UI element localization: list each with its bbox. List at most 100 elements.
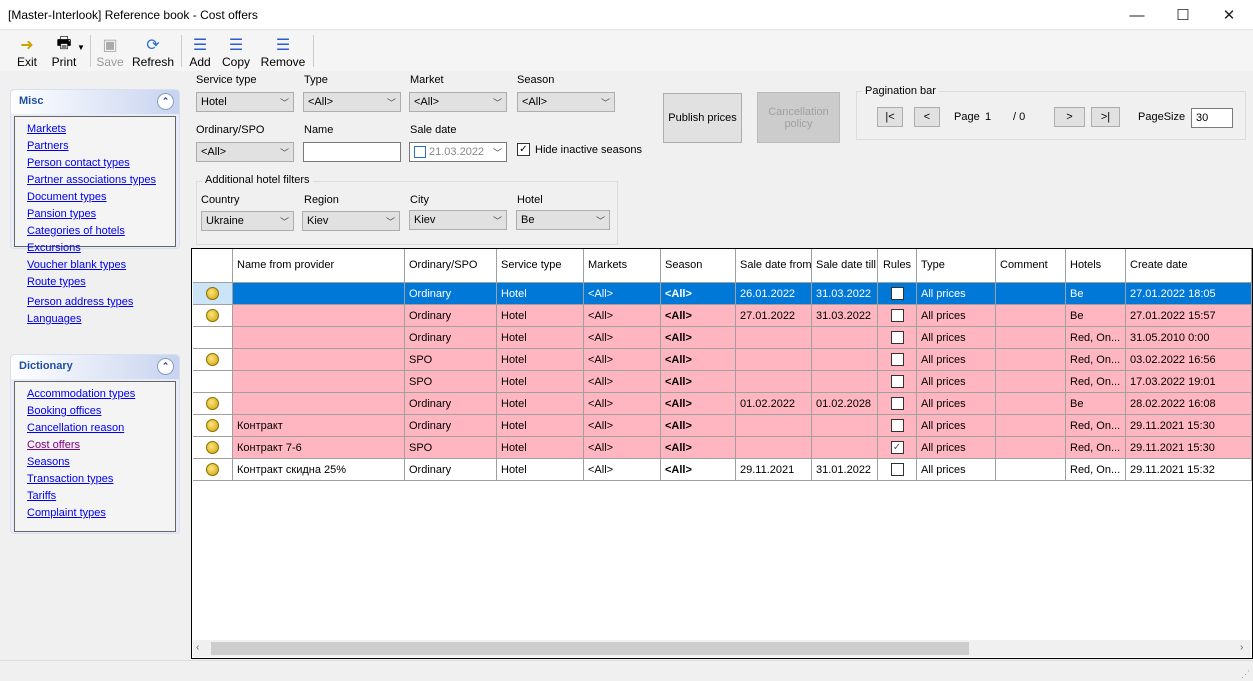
minimize-button[interactable]: — xyxy=(1114,0,1160,30)
table-cell[interactable]: <All> xyxy=(584,305,661,327)
column-header[interactable]: Create date xyxy=(1126,249,1252,283)
next-page-button[interactable]: > xyxy=(1054,107,1085,127)
row-header[interactable] xyxy=(193,327,233,349)
table-cell[interactable]: <All> xyxy=(584,437,661,459)
sale-date-picker[interactable]: 21.03.2022 ﹀ xyxy=(409,142,507,162)
resize-grip-icon[interactable]: ⋰ xyxy=(1241,669,1250,680)
column-header[interactable]: Sale date till xyxy=(812,249,878,283)
table-cell[interactable]: <All> xyxy=(584,415,661,437)
publish-prices-button[interactable]: Publish prices xyxy=(663,93,742,143)
table-cell[interactable] xyxy=(878,349,917,371)
table-cell[interactable]: <All> xyxy=(661,305,736,327)
table-cell[interactable] xyxy=(996,371,1066,393)
table-cell[interactable]: 29.11.2021 15:30 xyxy=(1126,415,1252,437)
table-cell[interactable] xyxy=(233,305,405,327)
column-header[interactable]: Rules xyxy=(878,249,917,283)
table-cell[interactable]: <All> xyxy=(661,459,736,481)
table-cell[interactable]: All prices xyxy=(917,305,996,327)
table-cell[interactable]: Ordinary xyxy=(405,459,497,481)
cancellation-policy-button[interactable]: Cancellation policy xyxy=(757,92,840,143)
table-cell[interactable] xyxy=(878,415,917,437)
table-cell[interactable] xyxy=(996,283,1066,305)
service-type-select[interactable]: Hotel ﹀ xyxy=(196,92,294,112)
table-cell[interactable] xyxy=(878,305,917,327)
type-select[interactable]: <All> ﹀ xyxy=(303,92,401,112)
column-header[interactable]: Markets xyxy=(584,249,661,283)
table-cell[interactable] xyxy=(812,437,878,459)
table-cell[interactable]: <All> xyxy=(584,371,661,393)
name-input[interactable] xyxy=(303,142,401,162)
table-cell[interactable]: ✓ xyxy=(878,437,917,459)
table-cell[interactable]: 17.03.2022 19:01 xyxy=(1126,371,1252,393)
table-cell[interactable] xyxy=(878,283,917,305)
sidebar-link[interactable]: Person address types xyxy=(27,294,175,311)
sidebar-link[interactable]: Document types xyxy=(27,189,175,206)
table-cell[interactable] xyxy=(736,349,812,371)
row-header[interactable] xyxy=(193,305,233,327)
table-cell[interactable]: <All> xyxy=(661,371,736,393)
table-cell[interactable] xyxy=(736,327,812,349)
rules-checkbox[interactable] xyxy=(890,309,904,322)
table-cell[interactable]: 28.02.2022 16:08 xyxy=(1126,393,1252,415)
row-header[interactable] xyxy=(193,415,233,437)
table-cell[interactable]: All prices xyxy=(917,393,996,415)
sidebar-link[interactable]: Route types xyxy=(27,274,175,291)
table-cell[interactable]: Hotel xyxy=(497,305,584,327)
sidebar-link[interactable]: Cost offers xyxy=(27,437,175,454)
column-header[interactable]: Hotels xyxy=(1066,249,1126,283)
table-cell[interactable]: 31.03.2022 xyxy=(812,283,878,305)
table-cell[interactable]: Ordinary xyxy=(405,327,497,349)
refresh-button[interactable]: ⟳ Refresh xyxy=(131,33,175,69)
row-header[interactable] xyxy=(193,349,233,371)
row-header[interactable] xyxy=(193,393,233,415)
scroll-left-icon[interactable]: ‹ xyxy=(196,642,199,653)
table-cell[interactable]: Red, On... xyxy=(1066,371,1126,393)
table-cell[interactable]: All prices xyxy=(917,349,996,371)
table-cell[interactable]: Ordinary xyxy=(405,305,497,327)
table-cell[interactable]: 27.01.2022 18:05 xyxy=(1126,283,1252,305)
table-cell[interactable]: <All> xyxy=(661,393,736,415)
column-header[interactable]: Comment xyxy=(996,249,1066,283)
sidebar-link[interactable]: Voucher blank types xyxy=(27,257,175,274)
table-cell[interactable] xyxy=(878,459,917,481)
table-cell[interactable]: <All> xyxy=(584,393,661,415)
city-select[interactable]: Kiev ﹀ xyxy=(409,210,507,230)
table-cell[interactable] xyxy=(996,459,1066,481)
table-cell[interactable]: All prices xyxy=(917,371,996,393)
table-cell[interactable] xyxy=(812,327,878,349)
table-cell[interactable]: Hotel xyxy=(497,327,584,349)
table-cell[interactable]: Red, On... xyxy=(1066,349,1126,371)
hide-inactive-seasons-checkbox[interactable]: ✓ Hide inactive seasons xyxy=(517,143,642,156)
table-cell[interactable]: Be xyxy=(1066,305,1126,327)
table-cell[interactable]: SPO xyxy=(405,437,497,459)
horizontal-scrollbar[interactable]: ‹ › xyxy=(193,640,1251,657)
rules-checkbox[interactable] xyxy=(890,397,904,410)
dictionary-panel-header[interactable]: Dictionary ⌃ xyxy=(11,355,179,379)
sidebar-link[interactable]: Booking offices xyxy=(27,403,175,420)
row-header[interactable] xyxy=(193,459,233,481)
table-cell[interactable]: Red, On... xyxy=(1066,327,1126,349)
table-cell[interactable]: <All> xyxy=(661,327,736,349)
column-header[interactable]: Type xyxy=(917,249,996,283)
table-cell[interactable]: Be xyxy=(1066,393,1126,415)
rules-checkbox[interactable] xyxy=(890,419,904,432)
country-select[interactable]: Ukraine ﹀ xyxy=(201,211,294,231)
table-cell[interactable]: Контракт 7-6 xyxy=(233,437,405,459)
table-cell[interactable] xyxy=(996,415,1066,437)
maximize-button[interactable]: ☐ xyxy=(1160,0,1206,30)
table-cell[interactable]: 01.02.2022 xyxy=(736,393,812,415)
scrollbar-thumb[interactable] xyxy=(211,642,969,655)
table-cell[interactable]: Контракт скидна 25% xyxy=(233,459,405,481)
hotel-select[interactable]: Be ﹀ xyxy=(516,210,610,230)
row-header[interactable] xyxy=(193,437,233,459)
table-cell[interactable]: 31.05.2010 0:00 xyxy=(1126,327,1252,349)
table-cell[interactable]: <All> xyxy=(661,437,736,459)
copy-button[interactable]: ☰ Copy xyxy=(221,33,251,69)
table-cell[interactable]: 31.03.2022 xyxy=(812,305,878,327)
column-header[interactable]: Name from provider xyxy=(233,249,405,283)
table-cell[interactable] xyxy=(812,349,878,371)
table-cell[interactable]: Hotel xyxy=(497,349,584,371)
table-cell[interactable]: 29.11.2021 15:32 xyxy=(1126,459,1252,481)
table-cell[interactable] xyxy=(233,327,405,349)
collapse-icon[interactable]: ⌃ xyxy=(157,93,174,110)
